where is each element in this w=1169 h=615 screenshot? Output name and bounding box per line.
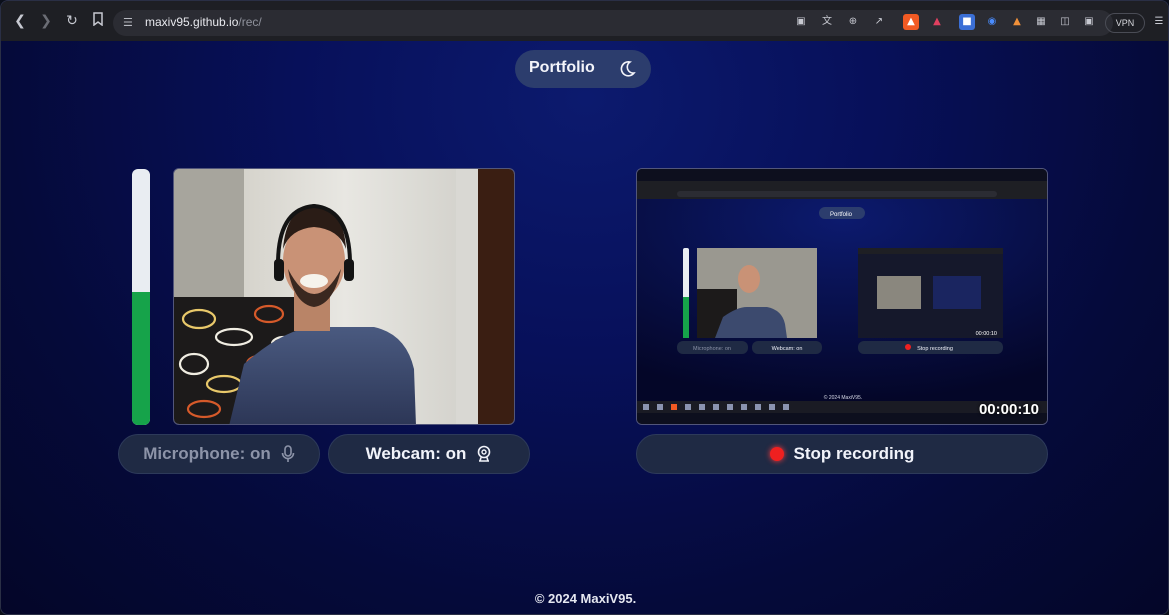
webcam-icon <box>478 445 491 462</box>
microphone-level-meter <box>132 169 150 425</box>
browser-toolbar: ❮ ❯ ↻ ☰ maxiv95.github.io/rec/ ▣ 文 ⊕ ↗ ▲… <box>1 1 1168 41</box>
translate-icon[interactable]: 文 <box>819 14 835 30</box>
screen-preview-feed: Portfolio Microphone: on Webcam: on Stop… <box>637 169 1047 424</box>
extension-bitwarden-icon[interactable]: ■ <box>959 14 975 30</box>
wallet-icon[interactable]: ▣ <box>1081 14 1097 30</box>
site-settings-icon[interactable]: ☰ <box>123 16 137 30</box>
menu-icon[interactable]: ☰ <box>1151 14 1167 30</box>
portfolio-button[interactable]: Portfolio <box>515 50 651 88</box>
record-indicator-icon <box>769 447 784 461</box>
sidebar-toggle-icon[interactable]: ◫ <box>1057 14 1073 30</box>
webcam-preview <box>173 168 515 425</box>
preview-webcam-label: Webcam: on <box>772 346 803 352</box>
camera-indicator-icon[interactable]: ▣ <box>793 14 809 30</box>
footer-copyright: © 2024 MaxiV95. <box>534 591 637 606</box>
webcam-video-feed <box>174 169 514 424</box>
webcam-label: Webcam: on <box>365 444 467 463</box>
brave-shields-icon[interactable]: ▲ <box>903 14 919 30</box>
microphone-level-fill <box>132 291 150 425</box>
microphone-toggle-button[interactable]: Microphone: on <box>118 434 320 474</box>
recording-timer: 00:00:10 <box>978 401 1039 418</box>
page-content: Portfolio Portfolio Microphone: on Webca… <box>1 41 1168 614</box>
microphone-label: Microphone: on <box>143 444 271 463</box>
preview-portfolio-label: Portfolio <box>830 212 853 218</box>
brave-rewards-icon[interactable]: ▲ <box>929 14 945 30</box>
portfolio-label: Portfolio <box>529 59 595 76</box>
preview-timer: 00:00:10 <box>976 331 997 337</box>
moon-icon[interactable] <box>617 59 637 79</box>
stop-recording-label: Stop recording <box>793 444 915 463</box>
url-text[interactable]: maxiv95.github.io/rec/ <box>145 15 262 29</box>
forward-icon[interactable]: ❯ <box>37 12 55 30</box>
bookmark-icon[interactable] <box>89 12 107 30</box>
back-icon[interactable]: ❮ <box>11 12 29 30</box>
reload-icon[interactable]: ↻ <box>63 12 81 30</box>
vpn-button[interactable]: VPN <box>1105 13 1145 33</box>
webcam-toggle-button[interactable]: Webcam: on <box>328 434 530 474</box>
preview-footer-text: © 2024 MaxiV95. <box>824 394 862 401</box>
zoom-icon[interactable]: ⊕ <box>845 14 861 30</box>
preview-microphone-label: Microphone: on <box>693 346 731 352</box>
microphone-icon <box>281 445 295 462</box>
stop-recording-button[interactable]: Stop recording <box>636 434 1048 474</box>
share-icon[interactable]: ↗ <box>871 14 887 30</box>
extension-metamask-icon[interactable]: ▲ <box>1009 14 1025 30</box>
preview-stop-label: Stop recording <box>917 346 953 352</box>
extension-blue-icon[interactable]: ◉ <box>984 14 1000 30</box>
extensions-puzzle-icon[interactable]: ▦ <box>1033 14 1049 30</box>
screen-recording-preview: Portfolio Microphone: on Webcam: on Stop… <box>636 168 1048 425</box>
browser-window: ❮ ❯ ↻ ☰ maxiv95.github.io/rec/ ▣ 文 ⊕ ↗ ▲… <box>0 0 1169 615</box>
